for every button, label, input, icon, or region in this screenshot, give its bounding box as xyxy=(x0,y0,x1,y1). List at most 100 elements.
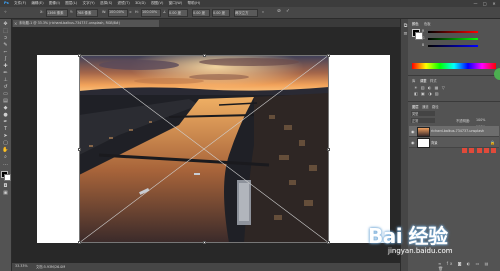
window-controls: — □ ✕ xyxy=(471,0,498,7)
height-field[interactable]: 100.00% xyxy=(142,10,157,14)
layer-row-photo[interactable]: ◉ richard-balkus-734737-unsplash xyxy=(409,126,499,137)
menu-filter[interactable]: 滤镜(T) xyxy=(118,0,130,7)
quick-mask-icon[interactable]: ◘ xyxy=(2,183,9,189)
extension-icon[interactable] xyxy=(462,148,467,153)
extension-icon[interactable] xyxy=(469,148,475,153)
blue-slider[interactable] xyxy=(428,45,478,47)
transform-handle-top-right[interactable] xyxy=(327,54,330,57)
layer-thumbnail xyxy=(417,127,430,137)
menu-select[interactable]: 选择(S) xyxy=(100,0,112,7)
transform-handle-left[interactable] xyxy=(78,148,81,151)
type-tool-icon[interactable]: T xyxy=(2,126,9,132)
extension-icon[interactable] xyxy=(491,148,497,153)
y-field[interactable]: 768 像素 xyxy=(77,10,91,15)
tab-paths[interactable]: 路径 xyxy=(432,104,439,109)
menu-view[interactable]: 视图(V) xyxy=(151,0,163,7)
extension-icon[interactable] xyxy=(483,148,489,153)
document-title: 未标题-1 @ 33.3% (richard-balkus-734737-uns… xyxy=(19,21,120,25)
brush-tool-icon[interactable]: ✏ xyxy=(2,70,9,76)
gradient-tool-icon[interactable]: ▤ xyxy=(2,98,9,104)
zoom-tool-icon[interactable]: ⌕ xyxy=(2,154,9,160)
tab-styles[interactable]: 样式 xyxy=(430,78,437,83)
x-field[interactable]: 1366 像素 xyxy=(47,10,64,15)
layer-name: 背景 xyxy=(431,141,438,145)
visibility-eye-icon[interactable]: ◉ xyxy=(411,140,415,145)
color-spectrum[interactable] xyxy=(412,63,496,69)
width-field[interactable]: 100.00% xyxy=(109,10,124,14)
quick-select-tool-icon[interactable]: ✎ xyxy=(2,42,9,48)
transform-bounding-box[interactable] xyxy=(79,55,329,243)
app-logo[interactable]: Ps xyxy=(4,0,9,7)
tab-channels[interactable]: 通道 xyxy=(422,104,429,109)
crop-tool-icon[interactable]: ⌐ xyxy=(2,49,9,55)
dodge-tool-icon[interactable]: ● xyxy=(2,112,9,118)
transform-handle-bottom-left[interactable] xyxy=(78,241,81,244)
healing-tool-icon[interactable]: ✚ xyxy=(2,63,9,69)
visibility-eye-icon[interactable]: ◉ xyxy=(411,129,415,134)
path-select-tool-icon[interactable]: ➤ xyxy=(2,133,9,139)
tab-color[interactable]: 颜色 xyxy=(412,21,419,26)
move-tool-icon[interactable]: ✥ xyxy=(2,21,9,27)
tab-swatches[interactable]: 色板 xyxy=(424,21,431,26)
interpolation-select[interactable]: 两次立方 xyxy=(235,10,249,15)
blur-tool-icon[interactable]: ◆ xyxy=(2,105,9,111)
pen-tool-icon[interactable]: ✒ xyxy=(2,119,9,125)
more-tools-icon[interactable]: … xyxy=(2,161,9,167)
menu-3d[interactable]: 3D(D) xyxy=(135,0,146,7)
transform-tool-icon[interactable]: ⊹ xyxy=(4,10,7,14)
history-brush-tool-icon[interactable]: ↺ xyxy=(2,84,9,90)
angle-field[interactable]: 0.00 度 xyxy=(169,10,181,15)
menu-layer[interactable]: 图层(L) xyxy=(65,0,77,7)
shape-tool-icon[interactable]: ▢ xyxy=(2,140,9,146)
menu-file[interactable]: 文件(F) xyxy=(14,0,26,7)
transform-handle-bottom[interactable] xyxy=(203,241,206,244)
tab-layers[interactable]: 图层 xyxy=(412,104,419,109)
side-badge-icon[interactable] xyxy=(494,68,500,80)
layer-kind-filter[interactable]: 类型 xyxy=(411,111,435,116)
document-tab[interactable]: × 未标题-1 @ 33.3% (richard-balkus-734737-u… xyxy=(13,20,159,27)
red-slider[interactable] xyxy=(428,31,478,33)
transform-handle-bottom-right[interactable] xyxy=(327,241,330,244)
close-button[interactable]: ✕ xyxy=(490,0,498,7)
transform-handle-top-left[interactable] xyxy=(78,54,81,57)
cancel-transform-icon[interactable]: ⊘ xyxy=(277,9,281,14)
green-slider[interactable] xyxy=(428,38,478,40)
menu-image[interactable]: 图像(I) xyxy=(49,0,60,7)
stamp-tool-icon[interactable]: ⊥ xyxy=(2,77,9,83)
eraser-tool-icon[interactable]: ▭ xyxy=(2,91,9,97)
blend-mode-select[interactable]: 正常 xyxy=(411,118,435,123)
extension-icon[interactable] xyxy=(476,148,482,153)
tools-panel: ✥ ⬚ ↄ ✎ ⌐ ʃ ✚ ✏ ⊥ ↺ ▭ ▤ ◆ ● ✒ T ➤ ▢ ✋ ⌕ … xyxy=(0,19,12,271)
zoom-level[interactable]: 33.33% xyxy=(15,264,28,268)
menu-window[interactable]: 窗口(W) xyxy=(169,0,183,7)
menu-bar: Ps 文件(F) 编辑(E) 图像(I) 图层(L) 文字(Y) 选择(S) 滤… xyxy=(0,0,500,7)
minimize-button[interactable]: — xyxy=(471,0,479,7)
lasso-tool-icon[interactable]: ↄ xyxy=(2,35,9,41)
hand-tool-icon[interactable]: ✋ xyxy=(2,147,9,153)
commit-transform-icon[interactable]: ✓ xyxy=(286,9,290,14)
maximize-button[interactable]: □ xyxy=(481,0,489,7)
layer-row-background[interactable]: ◉ 背景 🔒 xyxy=(409,137,499,148)
warp-icon[interactable]: ⌗ xyxy=(262,10,264,14)
options-bar: ⊹ X: 1366 像素 Y: 768 像素 W: 100.00% ∞ H: 1… xyxy=(0,7,500,19)
menu-edit[interactable]: 编辑(E) xyxy=(31,0,43,7)
menu-type[interactable]: 文字(Y) xyxy=(83,0,95,7)
transform-handle-top[interactable] xyxy=(203,54,206,57)
eyedropper-tool-icon[interactable]: ʃ xyxy=(2,56,9,62)
adjustment-icons-row2[interactable]: ◧ ▣ ◑ ▨ xyxy=(414,91,464,96)
layer-name: richard-balkus-734737-unsplash xyxy=(431,129,485,133)
adjustment-icons[interactable]: ☀ ▥ ◐ ▦ ▽ xyxy=(414,85,464,90)
menu-help[interactable]: 帮助(H) xyxy=(188,0,201,7)
marquee-tool-icon[interactable]: ⬚ xyxy=(2,28,9,34)
close-tab-icon[interactable]: × xyxy=(14,20,17,27)
green-label: G xyxy=(422,36,425,40)
screen-mode-icon[interactable]: ▣ xyxy=(2,190,9,196)
opacity-value[interactable]: 100% xyxy=(476,118,485,122)
transform-handle-right[interactable] xyxy=(327,148,330,151)
link-icon[interactable]: ∞ xyxy=(129,10,132,14)
background-color-swatch[interactable] xyxy=(4,174,11,181)
v-skew-field[interactable]: 0.00 度 xyxy=(213,10,225,15)
h-skew-field[interactable]: 0.00 度 xyxy=(193,10,205,15)
tab-adjustments[interactable]: 调整 xyxy=(420,78,427,83)
tab-libraries[interactable]: 库 xyxy=(412,78,415,83)
